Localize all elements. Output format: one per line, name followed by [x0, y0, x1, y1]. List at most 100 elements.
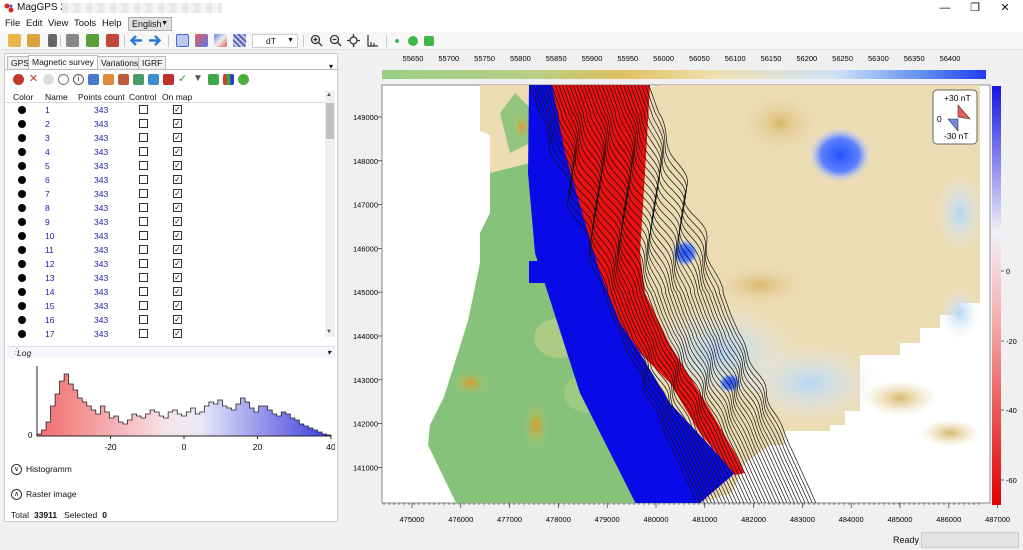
bug-icon[interactable] — [13, 74, 24, 85]
menu-view[interactable]: View — [48, 18, 68, 29]
table-row[interactable]: 5 343 ✓ — [5, 159, 325, 173]
zoom-fit-icon[interactable] — [347, 34, 360, 47]
scroll-down-icon[interactable]: ▼ — [326, 329, 332, 335]
language-select[interactable]: English ▼ — [128, 17, 172, 31]
on-map-checkbox[interactable]: ✓ — [173, 245, 182, 254]
color-swatch[interactable] — [18, 204, 26, 212]
panel-pin-icon[interactable]: ▾ — [329, 62, 333, 71]
on-map-checkbox[interactable]: ✓ — [173, 105, 182, 114]
on-map-checkbox[interactable]: ✓ — [173, 161, 182, 170]
color-swatch[interactable] — [18, 218, 26, 226]
on-map-checkbox[interactable]: ✓ — [173, 203, 182, 212]
grid-icon[interactable] — [148, 74, 159, 85]
color-swatch[interactable] — [18, 190, 26, 198]
table-row[interactable]: 9 343 ✓ — [5, 215, 325, 229]
color-swatch[interactable] — [18, 246, 26, 254]
on-map-checkbox[interactable]: ✓ — [173, 259, 182, 268]
menu-edit[interactable]: Edit — [26, 18, 42, 29]
contour-map-icon[interactable] — [214, 34, 227, 47]
table-row[interactable]: 10 343 ✓ — [5, 229, 325, 243]
col-on-map[interactable]: On map — [162, 92, 192, 102]
on-map-checkbox[interactable]: ✓ — [173, 133, 182, 142]
import-icon[interactable] — [27, 34, 40, 47]
on-map-checkbox[interactable]: ✓ — [173, 315, 182, 324]
funnel-icon[interactable]: ▼ — [193, 74, 204, 85]
color-swatch[interactable] — [18, 330, 26, 338]
disabled-icon[interactable] — [43, 74, 54, 85]
green-square-icon[interactable] — [424, 36, 434, 46]
control-checkbox[interactable] — [139, 133, 148, 142]
control-checkbox[interactable] — [139, 287, 148, 296]
table-row[interactable]: 14 343 ✓ — [5, 285, 325, 299]
table-row[interactable]: 7 343 ✓ — [5, 187, 325, 201]
table-row[interactable]: 16 343 ✓ — [5, 313, 325, 327]
table-row[interactable]: 13 343 ✓ — [5, 271, 325, 285]
color-swatch[interactable] — [18, 288, 26, 296]
bar-chart-icon[interactable] — [223, 74, 234, 85]
on-map-checkbox[interactable]: ✓ — [173, 147, 182, 156]
color-swatch[interactable] — [18, 134, 26, 142]
table-row[interactable]: 11 343 ✓ — [5, 243, 325, 257]
color-swatch[interactable] — [18, 274, 26, 282]
folder-green-icon[interactable] — [208, 74, 219, 85]
raster-section-toggle[interactable]: ∧ Raster image — [11, 489, 77, 501]
on-map-checkbox[interactable]: ✓ — [173, 119, 182, 128]
tab-magnetic-survey[interactable]: Magnetic survey — [28, 55, 98, 70]
table-row[interactable]: 12 343 ✓ — [5, 257, 325, 271]
control-checkbox[interactable] — [139, 105, 148, 114]
control-checkbox[interactable] — [139, 147, 148, 156]
on-map-checkbox[interactable]: ✓ — [173, 175, 182, 184]
info-icon[interactable]: i — [73, 74, 84, 85]
table-icon[interactable] — [133, 74, 144, 85]
table-row[interactable]: 3 343 ✓ — [5, 131, 325, 145]
menu-tools[interactable]: Tools — [74, 18, 96, 29]
tools-icon[interactable] — [118, 74, 129, 85]
table-row[interactable]: 8 343 ✓ — [5, 201, 325, 215]
color-swatch[interactable] — [18, 316, 26, 324]
control-checkbox[interactable] — [139, 301, 148, 310]
menu-file[interactable]: File — [5, 18, 20, 29]
delete-icon[interactable]: ✕ — [28, 74, 39, 85]
back-arrow-icon[interactable] — [129, 34, 143, 47]
filter-icon[interactable] — [103, 74, 114, 85]
green-dot-icon[interactable] — [408, 36, 418, 46]
table-row[interactable]: 17 343 ✓ — [5, 327, 325, 341]
control-checkbox[interactable] — [139, 245, 148, 254]
table-row[interactable]: 6 343 ✓ — [5, 173, 325, 187]
control-checkbox[interactable] — [139, 273, 148, 282]
color-swatch[interactable] — [18, 162, 26, 170]
color-swatch[interactable] — [18, 106, 26, 114]
component-select[interactable]: dT ▼ — [252, 34, 298, 48]
refresh-icon[interactable] — [238, 74, 249, 85]
pin-icon[interactable] — [88, 74, 99, 85]
export-icon[interactable] — [86, 34, 99, 47]
measure-icon[interactable] — [366, 34, 379, 47]
on-map-checkbox[interactable]: ✓ — [173, 329, 182, 338]
on-map-checkbox[interactable]: ✓ — [173, 189, 182, 198]
control-checkbox[interactable] — [139, 329, 148, 338]
scrollbar-thumb[interactable] — [326, 103, 334, 139]
color-swatch[interactable] — [18, 232, 26, 240]
control-checkbox[interactable] — [139, 315, 148, 324]
forward-arrow-icon[interactable] — [148, 34, 162, 47]
col-name[interactable]: Name — [45, 92, 68, 102]
histogram-section-toggle[interactable]: ∨ Histogramm — [11, 464, 72, 476]
col-color[interactable]: Color — [13, 92, 33, 102]
control-checkbox[interactable] — [139, 217, 148, 226]
chart-icon[interactable] — [176, 34, 189, 47]
col-control[interactable]: Control — [129, 92, 156, 102]
on-map-checkbox[interactable]: ✓ — [173, 231, 182, 240]
control-checkbox[interactable] — [139, 119, 148, 128]
color-swatch[interactable] — [18, 260, 26, 268]
grid-map-icon[interactable] — [195, 34, 208, 47]
control-checkbox[interactable] — [139, 175, 148, 184]
col-points-count[interactable]: Points count — [78, 92, 125, 102]
close-button[interactable]: ✕ — [990, 0, 1020, 16]
scroll-up-icon[interactable]: ▲ — [326, 92, 332, 98]
on-map-checkbox[interactable]: ✓ — [173, 287, 182, 296]
magnetic-map[interactable]: 55650 55700 55750 55800 55850 55900 55950 56000… — [340, 53, 1023, 528]
tab-variations[interactable]: Variations — [97, 56, 143, 69]
table-row[interactable]: 15 343 ✓ — [5, 299, 325, 313]
control-checkbox[interactable] — [139, 189, 148, 198]
control-checkbox[interactable] — [139, 203, 148, 212]
